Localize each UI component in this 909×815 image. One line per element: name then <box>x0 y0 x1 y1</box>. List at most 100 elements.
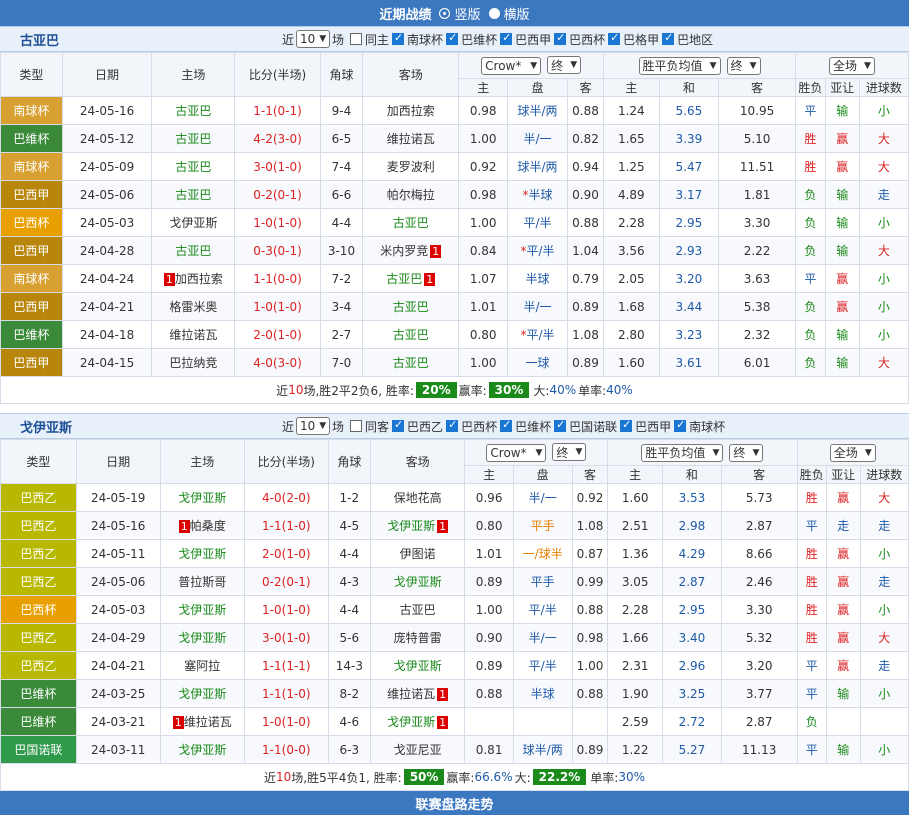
bookmaker-select[interactable]: Crow* ▼ <box>481 56 542 75</box>
league-checkbox[interactable] <box>662 31 675 45</box>
league-type[interactable]: 巴维杯 <box>0 679 77 708</box>
recent-count-select[interactable]: 10 ▼ <box>296 417 331 435</box>
league-type[interactable]: 南球杯 <box>0 96 63 125</box>
away-team-cell[interactable]: 维拉诺瓦 1 <box>369 679 466 708</box>
home-team-cell[interactable]: 戈伊亚斯 <box>159 595 245 624</box>
league-checkbox[interactable] <box>500 418 513 432</box>
match-score[interactable]: 1-1(0-1) <box>234 96 321 125</box>
away-team-cell[interactable]: 戈伊亚斯 1 <box>369 707 466 736</box>
away-team-cell[interactable]: 古亚巴 1 <box>362 264 460 293</box>
match-score[interactable]: 0-2(0-1) <box>243 567 329 596</box>
away-team-cell[interactable]: 保地花高 <box>369 483 466 512</box>
match-score[interactable]: 1-1(0-0) <box>234 264 321 293</box>
match-score[interactable]: 1-1(1-1) <box>243 651 329 680</box>
mode2-select[interactable]: 终 ▼ <box>726 56 761 75</box>
away-team-cell[interactable]: 麦罗波利 <box>362 152 460 181</box>
league-type[interactable]: 巴维杯 <box>0 320 63 349</box>
range-select[interactable]: 全场 ▼ <box>829 443 876 462</box>
home-team-cell[interactable]: 古亚巴 <box>151 124 236 153</box>
match-score[interactable]: 4-2(3-0) <box>234 124 321 153</box>
league-type[interactable]: 巴西乙 <box>0 539 77 568</box>
away-team-cell[interactable]: 庞特普雷 <box>369 623 466 652</box>
match-score[interactable]: 0-3(0-1) <box>234 236 321 265</box>
league-type[interactable]: 南球杯 <box>0 152 63 181</box>
away-team-cell[interactable]: 戈伊亚斯 <box>369 651 466 680</box>
match-score[interactable]: 4-0(2-0) <box>243 483 329 512</box>
away-team-cell[interactable]: 米内罗竞 1 <box>362 236 460 265</box>
match-score[interactable]: 1-0(1-0) <box>234 292 321 321</box>
home-team-cell[interactable]: 1 帕桑度 <box>159 511 245 540</box>
league-type[interactable]: 巴西杯 <box>0 595 77 624</box>
league-type[interactable]: 巴西乙 <box>0 483 77 512</box>
league-checkbox[interactable] <box>446 31 459 45</box>
same-host-checkbox[interactable] <box>350 33 363 45</box>
home-team-cell[interactable]: 塞阿拉 <box>159 651 245 680</box>
match-score[interactable]: 4-0(3-0) <box>234 348 321 377</box>
home-team-cell[interactable]: 古亚巴 <box>151 96 236 125</box>
away-team-cell[interactable]: 加西拉索 <box>362 96 460 125</box>
league-type[interactable]: 巴西甲 <box>0 236 63 265</box>
radio-horizontal-label[interactable]: 横版 <box>504 4 530 23</box>
home-team-cell[interactable]: 格雷米奥 <box>151 292 236 321</box>
league-checkbox[interactable] <box>620 418 633 432</box>
match-score[interactable]: 3-0(1-0) <box>243 623 329 652</box>
league-type[interactable]: 南球杯 <box>0 264 63 293</box>
league-type[interactable]: 巴西甲 <box>0 292 63 321</box>
away-team-cell[interactable]: 戈亚尼亚 <box>369 735 466 764</box>
match-score[interactable]: 1-1(1-0) <box>243 679 329 708</box>
away-team-cell[interactable]: 帕尔梅拉 <box>362 180 460 209</box>
league-type[interactable]: 巴维杯 <box>0 124 63 153</box>
recent-count-select[interactable]: 10 ▼ <box>296 30 331 48</box>
home-team-cell[interactable]: 维拉诺瓦 <box>151 320 236 349</box>
league-type[interactable]: 巴维杯 <box>0 707 77 736</box>
league-type[interactable]: 巴西乙 <box>0 623 77 652</box>
away-team-cell[interactable]: 戈伊亚斯 1 <box>369 511 466 540</box>
away-team-cell[interactable]: 古亚巴 <box>362 348 460 377</box>
away-team-cell[interactable]: 古亚巴 <box>362 292 460 321</box>
league-type[interactable]: 巴西杯 <box>0 208 63 237</box>
away-team-cell[interactable]: 古亚巴 <box>362 208 460 237</box>
match-score[interactable]: 1-0(1-0) <box>243 707 329 736</box>
home-team-cell[interactable]: 戈伊亚斯 <box>159 679 245 708</box>
away-team-cell[interactable]: 戈伊亚斯 <box>369 567 466 596</box>
home-team-cell[interactable]: 戈伊亚斯 <box>159 483 245 512</box>
match-score[interactable]: 2-0(1-0) <box>243 539 329 568</box>
odds-type-select[interactable]: 胜平负均值 ▼ <box>641 443 724 462</box>
away-team-cell[interactable]: 维拉诺瓦 <box>362 124 460 153</box>
league-checkbox[interactable] <box>674 418 687 432</box>
away-team-cell[interactable]: 古亚巴 <box>369 595 466 624</box>
league-type[interactable]: 巴西甲 <box>0 348 63 377</box>
same-host-checkbox[interactable] <box>350 420 363 432</box>
match-score[interactable]: 2-0(1-0) <box>234 320 321 349</box>
away-team-cell[interactable]: 古亚巴 <box>362 320 460 349</box>
range-select[interactable]: 全场 ▼ <box>828 56 875 75</box>
home-team-cell[interactable]: 古亚巴 <box>151 180 236 209</box>
league-checkbox[interactable] <box>554 31 567 45</box>
league-checkbox[interactable] <box>500 31 513 45</box>
home-team-cell[interactable]: 1 维拉诺瓦 <box>159 707 245 736</box>
league-checkbox[interactable] <box>392 31 405 45</box>
league-type[interactable]: 巴西乙 <box>0 511 77 540</box>
league-type[interactable]: 巴西甲 <box>0 180 63 209</box>
home-team-cell[interactable]: 古亚巴 <box>151 152 236 181</box>
radio-vertical-label[interactable]: 竖版 <box>454 4 480 23</box>
match-score[interactable]: 0-2(0-1) <box>234 180 321 209</box>
home-team-cell[interactable]: 古亚巴 <box>151 236 236 265</box>
league-type[interactable]: 巴西乙 <box>0 567 77 596</box>
away-team-cell[interactable]: 伊图诺 <box>369 539 466 568</box>
match-score[interactable]: 1-1(0-0) <box>243 735 329 764</box>
radio-vertical[interactable] <box>439 7 451 19</box>
home-team-cell[interactable]: 戈伊亚斯 <box>159 539 245 568</box>
mode-select[interactable]: 终 ▼ <box>547 56 582 75</box>
match-score[interactable]: 1-0(1-0) <box>234 208 321 237</box>
home-team-cell[interactable]: 巴拉纳竞 <box>151 348 236 377</box>
league-type[interactable]: 巴国诺联 <box>0 735 77 764</box>
league-checkbox[interactable] <box>446 418 459 432</box>
home-team-cell[interactable]: 戈伊亚斯 <box>151 208 236 237</box>
mode2-select[interactable]: 终 ▼ <box>729 443 764 462</box>
league-type[interactable]: 巴西乙 <box>0 651 77 680</box>
home-team-cell[interactable]: 普拉斯哥 <box>159 567 245 596</box>
radio-horizontal[interactable] <box>488 7 500 19</box>
mode-select[interactable]: 终 ▼ <box>552 443 587 462</box>
match-score[interactable]: 3-0(1-0) <box>234 152 321 181</box>
